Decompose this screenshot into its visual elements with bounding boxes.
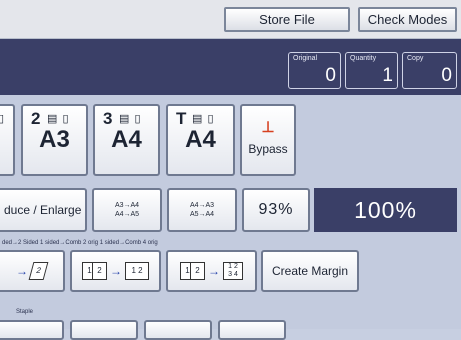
arrow-icon: → (110, 264, 122, 278)
staple-option-button[interactable] (0, 320, 64, 340)
copy-value: 0 (441, 65, 452, 86)
staple-option-button[interactable] (144, 320, 212, 340)
staple-option-button[interactable] (218, 320, 286, 340)
store-file-button[interactable]: Store File (224, 7, 350, 32)
combine-2-originals-button[interactable]: 1 2 → 1 2 (70, 250, 161, 292)
tray-size: A4 (185, 126, 216, 153)
paper-stack-icon: ▤ ▯ (119, 113, 142, 125)
arrow-icon: → (208, 264, 220, 278)
duplex-page-icon: 2 (28, 262, 49, 280)
combined-page-icon: 1 2 (125, 262, 149, 280)
quantity-counter: Quantity 1 (345, 52, 398, 89)
paper-tray-2-button[interactable]: 2 ▤ ▯ A3 (21, 104, 88, 176)
combined-4-page-icon: 1 23 4 (223, 262, 243, 280)
combine-caption: ded→2 Sided 1 sided→Comb 2 orig 1 sided→… (2, 240, 158, 246)
bypass-tray-button[interactable]: ⊥ Bypass (240, 104, 296, 176)
copy-counter: Copy 0 (402, 52, 457, 89)
preset-93-button[interactable]: 93% (242, 188, 310, 232)
check-modes-button[interactable]: Check Modes (358, 7, 457, 32)
paper-stack-icon: ▤ ▯ (47, 113, 70, 125)
page-icon: 2 (190, 262, 205, 280)
quantity-label: Quantity (350, 55, 377, 62)
reduce-enlarge-button[interactable]: duce / Enlarge (0, 188, 87, 232)
ratio-preset-line: A4→A3 (189, 202, 215, 209)
create-margin-button[interactable]: Create Margin (261, 250, 359, 292)
copy-label: Copy (407, 55, 424, 62)
combine-4-originals-button[interactable]: 1 2 → 1 23 4 (166, 250, 257, 292)
page-icon: 2 (92, 262, 107, 280)
duplex-button[interactable]: → 2 (0, 250, 65, 292)
quantity-value: 1 (382, 65, 393, 86)
ratio-preset-line: A5→A4 (189, 211, 215, 218)
ratio-preset-line: A3→A4 (114, 202, 140, 209)
arrow-icon: → (16, 264, 28, 278)
current-ratio-display: 100% (314, 188, 457, 232)
staple-option-button[interactable] (70, 320, 138, 340)
paper-tray-3-button[interactable]: 3 ▤ ▯ A4 (93, 104, 160, 176)
ratio-preset-a3-a4-button[interactable]: A3→A4 A4→A5 (92, 188, 162, 232)
ratio-preset-line: A4→A5 (114, 211, 140, 218)
paper-tray-t-button[interactable]: T ▤ ▯ A4 (166, 104, 235, 176)
tray-size: A3 (39, 126, 70, 153)
tray-icon: ▯ (0, 113, 6, 125)
ratio-preset-a4-a3-button[interactable]: A4→A3 A5→A4 (167, 188, 237, 232)
paper-stack-icon: ▤ ▯ (192, 113, 215, 125)
bypass-label: Bypass (248, 142, 288, 156)
staple-caption: Staple (16, 309, 34, 315)
original-counter: Original 0 (288, 52, 341, 89)
original-label: Original (293, 55, 318, 62)
original-value: 0 (325, 65, 336, 86)
tray-size: A4 (111, 126, 142, 153)
bypass-icon: ⊥ (261, 119, 275, 136)
paper-tray-1-button[interactable]: ▯ (0, 104, 15, 176)
